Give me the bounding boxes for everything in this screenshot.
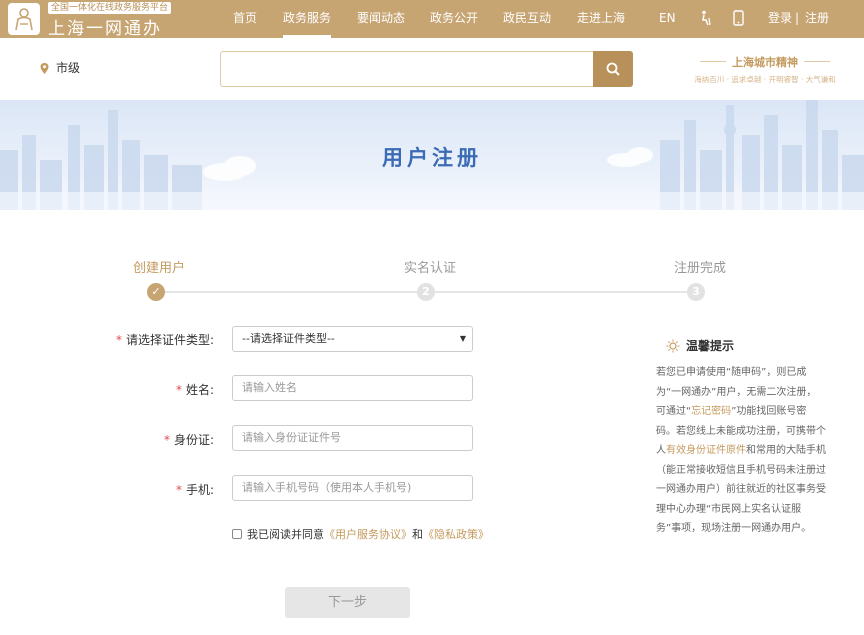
agreement-row: 我已阅读并同意 《用户服务协议》 和 《隐私政策》 (232, 526, 489, 542)
forgot-password-link[interactable]: 忘记密码 (691, 406, 731, 417)
step-connector (165, 291, 417, 293)
phone-field[interactable]: 请输入手机号码（使用本人手机号) (232, 475, 473, 501)
id-number-label: * 身份证: (164, 431, 214, 448)
page-title: 用户注册 (382, 146, 482, 170)
required-mark: * (175, 483, 182, 497)
agreement-and: 和 (412, 528, 423, 541)
mobile-icon[interactable] (733, 10, 744, 30)
id-type-label: * 请选择证件类型: (116, 331, 214, 348)
required-mark: * (115, 333, 122, 347)
chevron-down-icon: ▼ (459, 334, 466, 343)
tips-text-3: 和常用的大陆手机（能正常接收短信且手机号码未注册过一网通办用户）前往就近的社区事… (656, 445, 826, 534)
required-mark: * (163, 433, 170, 447)
tips-title: 温馨提示 (686, 339, 735, 353)
id-type-select[interactable]: --请选择证件类型-- ▼ (232, 326, 473, 352)
nav-gov-open[interactable]: 政务公开 (430, 0, 478, 38)
tips-header: 温馨提示 (666, 337, 734, 354)
step-dot-2: 2 (417, 283, 435, 301)
nav-gov-services[interactable]: 政务服务 (283, 0, 332, 38)
logo-icon[interactable] (8, 3, 40, 35)
nav-shanghai[interactable]: 走进上海 (577, 0, 625, 38)
search-input[interactable] (220, 51, 593, 87)
name-label: * 姓名: (176, 381, 214, 398)
id-type-value: --请选择证件类型-- (242, 332, 335, 345)
step-label-create: 创建用户 (133, 261, 186, 276)
search-bar-area: 市级 上海城市精神 海纳百川 · 追求卓越 · 开明睿智 · 大气谦和 (0, 38, 864, 100)
step-connector (435, 291, 687, 293)
privacy-policy-link[interactable]: 《隐私政策》 (423, 526, 489, 542)
nav-home[interactable]: 首页 (233, 0, 257, 38)
step-check-icon: ✓ (147, 283, 165, 301)
slogan-title: 上海城市精神 (700, 54, 830, 70)
step-dot-3: 3 (687, 283, 705, 301)
search-button[interactable] (593, 51, 633, 87)
slogan-sub: 海纳百川 · 追求卓越 · 开明睿智 · 大气谦和 (694, 75, 836, 84)
agreement-prefix: 我已阅读并同意 (247, 528, 324, 541)
search-icon (606, 62, 620, 76)
step-label-complete: 注册完成 (674, 261, 727, 276)
name-label-text: 姓名: (185, 383, 214, 397)
id-type-label-text: 请选择证件类型: (125, 333, 214, 347)
platform-tag: 全国一体化在线政务服务平台 (48, 2, 172, 14)
step-label-verify: 实名认证 (404, 261, 457, 276)
tips-highlight: 有效身份证件原件 (666, 445, 746, 456)
nav-separator: | (795, 11, 800, 25)
site-title[interactable]: 上海一网通办 (48, 14, 162, 39)
elder-mode-icon[interactable] (699, 10, 712, 30)
service-agreement-link[interactable]: 《用户服务协议》 (324, 526, 412, 542)
phone-label-text: 手机: (185, 483, 214, 497)
lang-switch[interactable]: EN (659, 0, 676, 38)
next-step-button[interactable]: 下一步 (285, 587, 410, 618)
nav-interaction[interactable]: 政民互动 (503, 0, 551, 38)
top-nav-bar: 全国一体化在线政务服务平台 上海一网通办 首页 政务服务 要闻动态 政务公开 政… (0, 0, 864, 39)
page-banner: 用户注册 (0, 100, 864, 210)
register-link[interactable]: 注册 (805, 0, 829, 38)
name-field[interactable]: 请输入姓名 (232, 375, 473, 401)
required-mark: * (175, 383, 182, 397)
lightbulb-icon (666, 339, 680, 352)
tips-body: 若您已申请使用“随申码”，则已成为“一网通办”用户，无需二次注册，可通过“忘记密… (656, 363, 826, 539)
location-selector[interactable]: 市级 (56, 59, 80, 76)
agreement-checkbox[interactable] (232, 529, 242, 539)
id-number-label-text: 身份证: (173, 433, 214, 447)
location-pin-icon (40, 63, 49, 74)
phone-label: * 手机: (176, 481, 214, 498)
login-link[interactable]: 登录 (768, 0, 792, 38)
id-number-field[interactable]: 请输入身份证证件号 (232, 425, 473, 451)
nav-news[interactable]: 要闻动态 (357, 0, 405, 38)
